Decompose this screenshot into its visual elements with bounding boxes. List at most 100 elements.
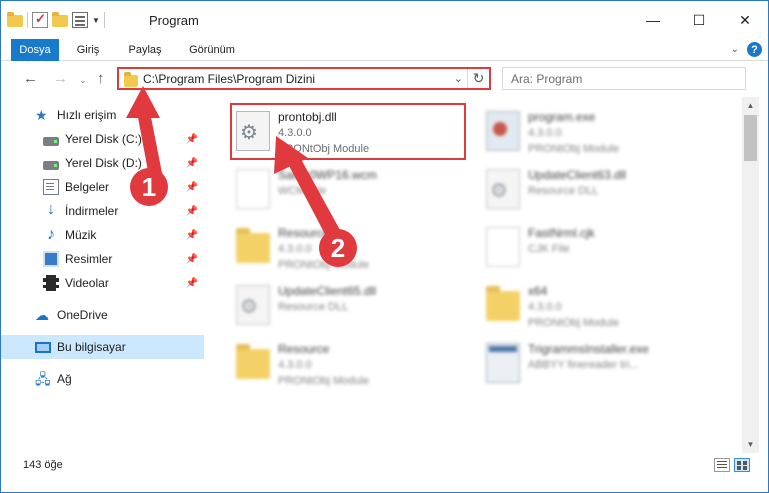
nav-label: Belgeler — [65, 180, 110, 194]
document-icon — [43, 179, 59, 195]
folder-icon — [236, 228, 270, 263]
file-type: Resource DLL — [278, 301, 349, 313]
scroll-thumb[interactable] — [744, 115, 757, 161]
tab-view[interactable]: Görünüm — [181, 39, 243, 61]
nav-label: Yerel Disk (D:) — [65, 156, 142, 170]
dll-file-icon — [486, 169, 520, 209]
cloud-icon: ☁ — [35, 307, 49, 323]
nav-this-pc[interactable]: Bu bilgisayar — [1, 335, 204, 359]
window-title: Program — [149, 13, 199, 28]
nav-item-videos[interactable]: Videolar 📌 — [1, 271, 204, 295]
file-name: FastNrml.cjk — [528, 226, 595, 240]
dll-file-icon — [236, 285, 270, 325]
nav-network[interactable]: 🖧 Ağ — [1, 367, 204, 391]
tab-file[interactable]: Dosya — [11, 39, 59, 61]
pin-icon[interactable]: 📌 — [186, 134, 198, 145]
file-item[interactable]: x64 4.3.0.0 PRONtObj Module — [482, 279, 722, 337]
scroll-down-icon[interactable]: ▼ — [742, 436, 759, 453]
nav-item-documents[interactable]: Belgeler 📌 — [1, 175, 204, 199]
nav-label: Hızlı erişim — [57, 108, 117, 122]
file-description: PRONtObj Module — [528, 143, 620, 155]
file-item[interactable]: Samp0WP16.wcm WCM File — [232, 163, 472, 221]
nav-onedrive[interactable]: ☁ OneDrive — [1, 303, 204, 327]
file-item[interactable]: Resource 4.3.0.0 PRONtObj Module — [232, 337, 472, 395]
file-item[interactable]: UpdateClient63.dll Resource DLL — [482, 163, 722, 221]
nav-label: İndirmeler — [65, 204, 119, 218]
nav-label: Resimler — [65, 252, 113, 266]
nav-item-local-disk-c[interactable]: Yerel Disk (C:) 📌 — [1, 127, 204, 151]
file-name: Samp0WP16.wcm — [278, 168, 377, 182]
address-path[interactable]: C:\Program Files\Program Dizini — [143, 72, 315, 86]
pin-icon[interactable]: 📌 — [186, 230, 198, 241]
file-version: 4.3.0.0 — [278, 127, 312, 139]
dll-file-icon — [236, 111, 270, 151]
pin-icon[interactable]: 📌 — [186, 278, 198, 289]
address-dropdown-chevron-icon[interactable]: ⌄ — [454, 72, 463, 85]
file-version: 4.3.0.0 — [528, 301, 562, 313]
nav-label: Videolar — [65, 276, 109, 290]
nav-item-music[interactable]: ♪ Müzik 📌 — [1, 223, 204, 247]
status-bar: 143 öğe — [1, 453, 768, 477]
maximize-button[interactable]: ☐ — [676, 1, 722, 39]
address-bar[interactable]: C:\Program Files\Program Dizini ⌄ ↻ — [117, 67, 491, 90]
nav-label: Müzik — [65, 228, 97, 242]
nav-item-downloads[interactable]: ↓ İndirmeler 📌 — [1, 199, 204, 223]
pin-icon[interactable]: 📌 — [186, 158, 198, 169]
pin-icon[interactable]: 📌 — [186, 206, 198, 217]
help-icon[interactable]: ? — [747, 42, 762, 57]
details-view-icon[interactable] — [714, 458, 730, 472]
file-list: prontobj.dll 4.3.0.0 PRONtObj Module Sam… — [206, 97, 742, 453]
file-name: UpdateClient63.dll — [528, 168, 627, 182]
tiles-view-icon[interactable] — [734, 458, 750, 472]
file-item-prontobj-dll[interactable]: prontobj.dll 4.3.0.0 PRONtObj Module — [232, 105, 472, 163]
file-name: UpdateClient65.dll — [278, 284, 377, 298]
close-button[interactable]: ✕ — [722, 1, 768, 39]
properties-icon[interactable] — [72, 12, 88, 28]
exe-file-icon — [486, 111, 520, 151]
up-arrow-icon[interactable]: ↑ — [97, 70, 105, 87]
file-item[interactable]: UpdateClient65.dll Resource DLL — [232, 279, 472, 337]
divider — [27, 12, 28, 28]
pin-icon[interactable]: 📌 — [186, 182, 198, 193]
nav-item-pictures[interactable]: Resimler 📌 — [1, 247, 204, 271]
file-name: program.exe — [528, 110, 596, 124]
file-version: 4.3.0.0 — [278, 359, 312, 371]
disk-icon — [43, 160, 59, 170]
customize-toolbar-chevron-icon[interactable]: ▼ — [92, 16, 100, 25]
file-version: 4.3.0.0 — [278, 243, 312, 255]
nav-label: Yerel Disk (C:) — [65, 132, 142, 146]
divider — [103, 12, 105, 28]
item-count: 143 öğe — [23, 459, 63, 471]
quick-access-toolbar: ▼ — [7, 11, 105, 29]
explorer-window: ▼ Program — ☐ ✕ Dosya Giriş Paylaş Görün… — [0, 0, 769, 493]
tab-home[interactable]: Giriş — [65, 39, 111, 61]
properties-check-icon[interactable] — [32, 11, 48, 28]
refresh-icon[interactable]: ↻ — [467, 69, 489, 88]
expand-ribbon-chevron-icon[interactable]: ⌄ — [731, 44, 739, 55]
file-name: Resource — [278, 342, 330, 356]
file-description: PRONtObj Module — [278, 143, 370, 155]
scroll-up-icon[interactable]: ▲ — [742, 97, 759, 114]
step-2-badge: 2 — [319, 229, 357, 267]
file-version: 4.3.0.0 — [528, 127, 562, 139]
pin-icon[interactable]: 📌 — [186, 254, 198, 265]
view-buttons — [714, 458, 750, 472]
nav-item-local-disk-d[interactable]: Yerel Disk (D:) 📌 — [1, 151, 204, 175]
file-item[interactable]: FastNrml.cjk CJK File — [482, 221, 722, 279]
new-folder-icon[interactable] — [52, 12, 68, 27]
file-item[interactable]: program.exe 4.3.0.0 PRONtObj Module — [482, 105, 722, 163]
nav-quick-access[interactable]: ★ Hızlı erişim — [1, 103, 204, 127]
vertical-scrollbar[interactable]: ▲ ▼ — [742, 97, 759, 453]
search-input[interactable]: Ara: Program — [502, 67, 746, 90]
forward-arrow-icon[interactable]: → — [53, 70, 68, 87]
file-item[interactable]: TrigrammsInstaller.exe ABBYY finereader … — [482, 337, 722, 395]
file-description: PRONtObj Module — [278, 375, 370, 387]
download-icon: ↓ — [47, 201, 55, 218]
back-arrow-icon[interactable]: ← — [23, 70, 38, 87]
tab-share[interactable]: Paylaş — [117, 39, 173, 61]
video-icon — [43, 275, 59, 291]
minimize-button[interactable]: — — [630, 1, 676, 39]
file-name: prontobj.dll — [278, 110, 337, 124]
recent-locations-chevron-icon[interactable]: ⌄ — [79, 75, 87, 86]
folder-icon — [7, 12, 23, 27]
